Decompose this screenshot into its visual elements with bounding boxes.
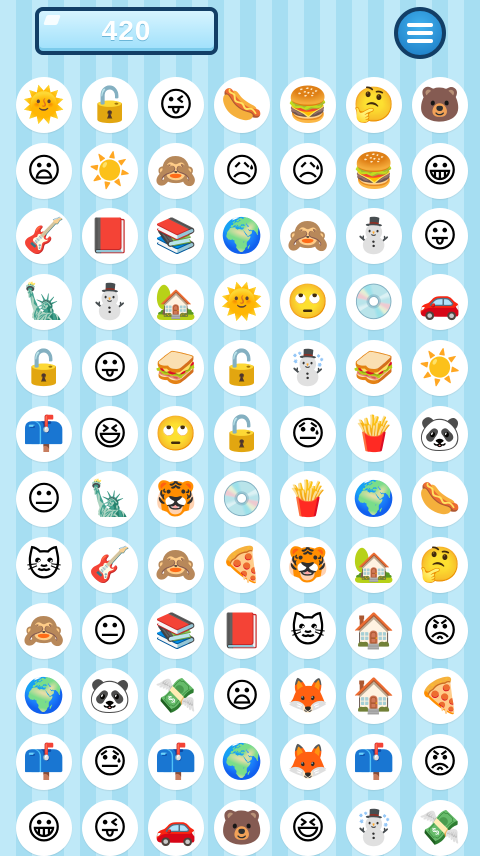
tile-books[interactable]: 📚 [148,208,204,264]
tile-eye-roll-face[interactable]: 🙄 [280,274,336,330]
tile-tongue-face[interactable]: 😛 [412,208,468,264]
tile-sun[interactable]: ☀️ [412,340,468,396]
tile-eye-roll-face[interactable]: 🙄 [148,406,204,462]
tile-panda[interactable]: 🐼 [82,668,138,724]
tile-snowman[interactable]: ⛄ [346,208,402,264]
tile-red-book[interactable]: 📕 [214,603,270,659]
tile-mailbox[interactable]: 📫 [346,734,402,790]
tile-mailbox[interactable]: 📫 [16,734,72,790]
tile-fox-face[interactable]: 🦊 [280,734,336,790]
tile-pizza[interactable]: 🍕 [214,537,270,593]
tile-mailbox[interactable]: 📫 [16,406,72,462]
tile-guitar[interactable]: 🎸 [16,208,72,264]
tile-winking-tongue-face[interactable]: 😜 [82,800,138,856]
tile-unlocked-padlock[interactable]: 🔓 [214,406,270,462]
tile-statue-of-liberty[interactable]: 🗽 [82,471,138,527]
tile-angry-face[interactable]: 😡 [412,603,468,659]
tile-tiger-face[interactable]: 🐯 [280,537,336,593]
tile-winking-tongue-face[interactable]: 😜 [148,77,204,133]
tile-see-no-evil-monkey[interactable]: 🙈 [148,143,204,199]
tile-hamburger[interactable]: 🍔 [280,77,336,133]
tile-french-fries[interactable]: 🍟 [346,406,402,462]
tile-money-with-wings[interactable]: 💸 [412,800,468,856]
tile-frowning-face[interactable]: 😦 [16,143,72,199]
tile-globe[interactable]: 🌍 [346,471,402,527]
tile-laughing-face[interactable]: 😆 [82,406,138,462]
tile-sad-sweat-face[interactable]: 😥 [280,143,336,199]
tile-cd-disc[interactable]: 💿 [346,274,402,330]
tile-snowman[interactable]: ⛄ [82,274,138,330]
emoji-board: 🌞 🔓 😜 🌭 🍔 🤔 🐻 😦 ☀️ 🙈 😥 😥 🍔 😀 🎸 📕 📚 🌍 🙈 ⛄ 😛 🗽 ⛄ 🏡 🌞 🙄 💿 🚗 🔓 😛 🥪 🔓 ☃️ 🥪 ☀️ 📫 😆… [0,0,480,856]
tile-red-car[interactable]: 🚗 [412,274,468,330]
tile-thinking-face[interactable]: 🤔 [346,77,402,133]
tile-french-fries[interactable]: 🍟 [280,471,336,527]
tile-laughing-face[interactable]: 😆 [280,800,336,856]
tile-hot-dog[interactable]: 🌭 [412,471,468,527]
tile-globe[interactable]: 🌍 [214,208,270,264]
tile-sandwich[interactable]: 🥪 [346,340,402,396]
tile-cat-face[interactable]: 🐱 [280,603,336,659]
tile-neutral-face[interactable]: 😐 [16,471,72,527]
tile-sun-with-face[interactable]: 🌞 [214,274,270,330]
tile-thinking-face[interactable]: 🤔 [412,537,468,593]
tile-money-with-wings[interactable]: 💸 [148,668,204,724]
tile-red-book[interactable]: 📕 [82,208,138,264]
tile-hamburger[interactable]: 🍔 [346,143,402,199]
tile-mailbox[interactable]: 📫 [148,734,204,790]
tile-sandwich[interactable]: 🥪 [148,340,204,396]
tile-see-no-evil-monkey[interactable]: 🙈 [16,603,72,659]
tile-pizza[interactable]: 🍕 [412,668,468,724]
tile-panda[interactable]: 🐼 [412,406,468,462]
tile-globe[interactable]: 🌍 [16,668,72,724]
tile-books[interactable]: 📚 [148,603,204,659]
tile-hot-dog[interactable]: 🌭 [214,77,270,133]
tile-downcast-sweat-face[interactable]: 😓 [280,406,336,462]
tile-house-with-garden[interactable]: 🏡 [148,274,204,330]
tile-snowman-with-snow[interactable]: ☃️ [280,340,336,396]
tile-globe[interactable]: 🌍 [214,734,270,790]
tile-bear-face[interactable]: 🐻 [412,77,468,133]
tile-bear-face[interactable]: 🐻 [214,800,270,856]
tile-unlocked-padlock[interactable]: 🔓 [214,340,270,396]
tile-guitar[interactable]: 🎸 [82,537,138,593]
tile-unlocked-padlock[interactable]: 🔓 [16,340,72,396]
tile-tongue-face[interactable]: 😛 [82,340,138,396]
tile-cat-face[interactable]: 🐱 [16,537,72,593]
tile-sad-sweat-face[interactable]: 😥 [214,143,270,199]
tile-see-no-evil-monkey[interactable]: 🙈 [280,208,336,264]
tile-unlocked-padlock[interactable]: 🔓 [82,77,138,133]
tile-red-car[interactable]: 🚗 [148,800,204,856]
tile-angry-face[interactable]: 😡 [412,734,468,790]
tile-neutral-face[interactable]: 😐 [82,603,138,659]
tile-see-no-evil-monkey[interactable]: 🙈 [148,537,204,593]
tile-statue-of-liberty[interactable]: 🗽 [16,274,72,330]
tile-cd-disc[interactable]: 💿 [214,471,270,527]
tile-tiger-face[interactable]: 🐯 [148,471,204,527]
tile-house[interactable]: 🏠 [346,603,402,659]
tile-house-with-garden[interactable]: 🏡 [346,537,402,593]
tile-frowning-face[interactable]: 😦 [214,668,270,724]
tile-sun-with-face[interactable]: 🌞 [16,77,72,133]
tile-sun[interactable]: ☀️ [82,143,138,199]
tile-grinning-face[interactable]: 😀 [412,143,468,199]
tile-downcast-sweat-face[interactable]: 😓 [82,734,138,790]
tile-fox-face[interactable]: 🦊 [280,668,336,724]
tile-snowman-with-snow[interactable]: ☃️ [346,800,402,856]
tile-house[interactable]: 🏠 [346,668,402,724]
tile-grinning-face[interactable]: 😀 [16,800,72,856]
